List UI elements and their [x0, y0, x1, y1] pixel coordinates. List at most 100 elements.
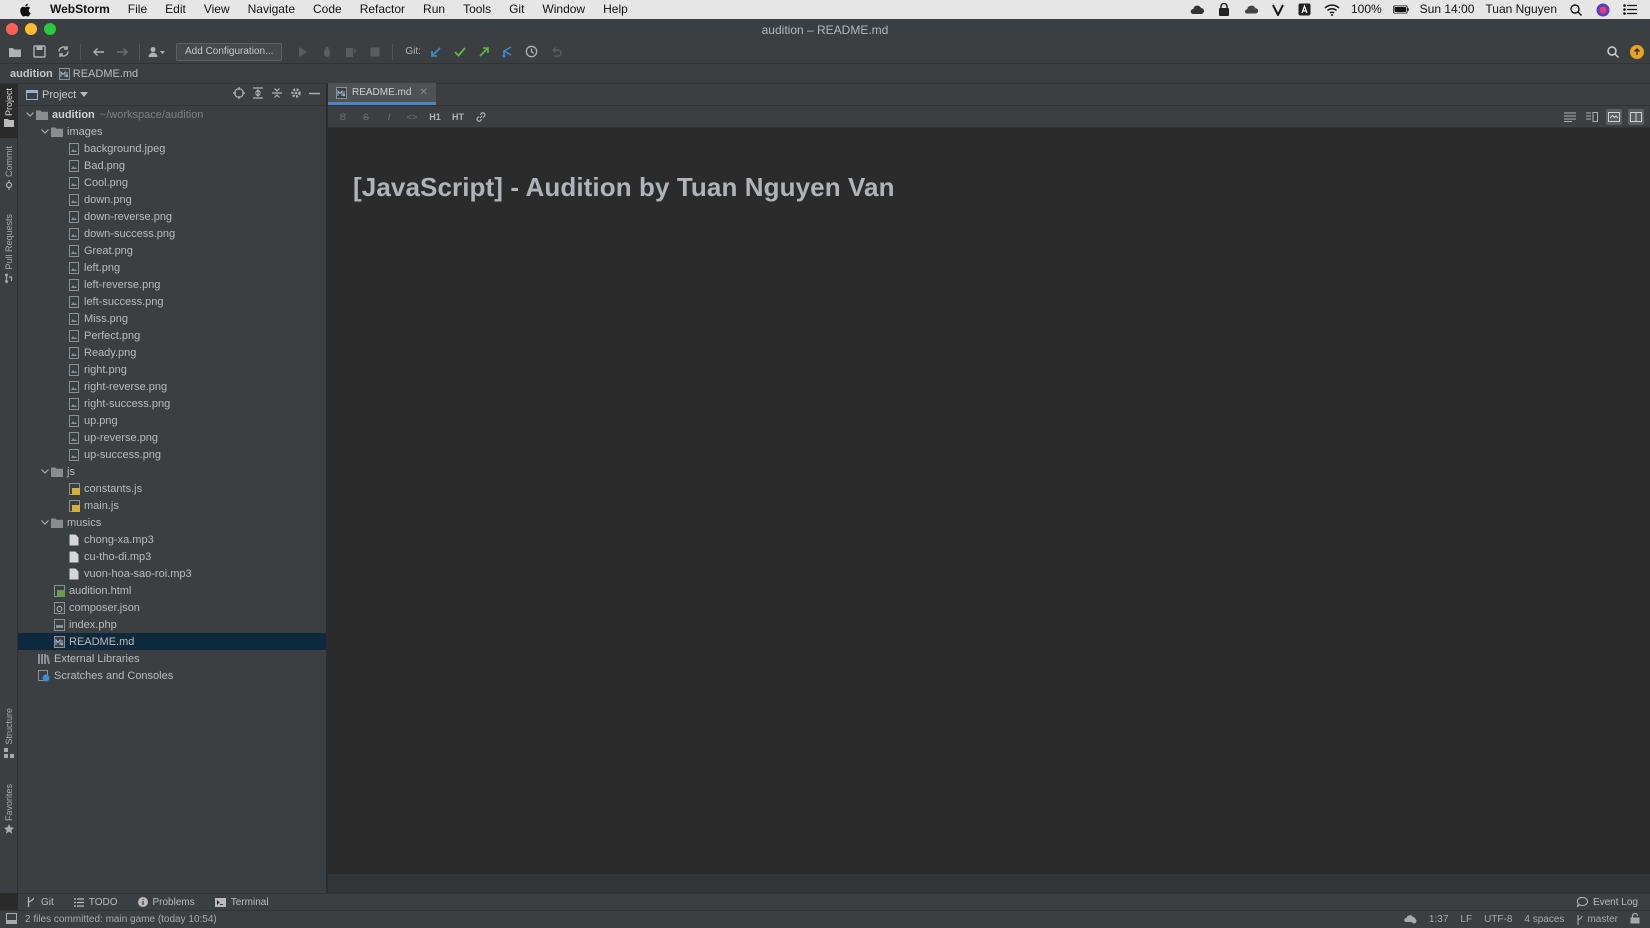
tree-file[interactable]: right-reverse.png — [18, 378, 326, 395]
tree-file[interactable]: right-success.png — [18, 395, 326, 412]
event-log-button[interactable]: Event Log — [1576, 897, 1650, 908]
code-button[interactable]: <> — [405, 110, 419, 124]
tree-file[interactable]: Bad.png — [18, 157, 326, 174]
tree-file[interactable]: background.jpeg — [18, 140, 326, 157]
tree-file[interactable]: up-reverse.png — [18, 429, 326, 446]
background-tasks-icon[interactable] — [1403, 913, 1417, 927]
save-all-icon[interactable] — [30, 43, 48, 61]
project-tool-button[interactable]: Project — [0, 84, 18, 138]
breadcrumb-file[interactable]: README.md — [58, 67, 138, 80]
hide-panel-icon[interactable] — [309, 88, 320, 102]
tree-file[interactable]: Ready.png — [18, 344, 326, 361]
search-everywhere-icon[interactable] — [1604, 43, 1622, 61]
vpn-icon[interactable] — [1270, 3, 1286, 16]
bold-button[interactable]: B — [336, 110, 350, 124]
problems-tool-button[interactable]: Problems — [137, 897, 195, 908]
battery-icon[interactable] — [1392, 3, 1409, 16]
lock-icon[interactable] — [1216, 3, 1232, 16]
collapse-all-icon[interactable] — [271, 87, 283, 102]
siri-icon[interactable] — [1595, 3, 1611, 16]
forward-icon[interactable] — [113, 43, 131, 61]
tree-file[interactable]: audition.html — [18, 582, 326, 599]
tree-file-selected[interactable]: README.md — [18, 633, 326, 650]
file-encoding[interactable]: UTF-8 — [1484, 914, 1512, 925]
split-view-icon[interactable] — [1584, 109, 1600, 125]
tree-root[interactable]: audition ~/workspace/audition — [18, 106, 326, 123]
tree-file[interactable]: Perfect.png — [18, 327, 326, 344]
back-icon[interactable] — [89, 43, 107, 61]
input-source-icon[interactable] — [1297, 3, 1313, 16]
tree-scratches[interactable]: Scratches and Consoles — [18, 667, 326, 684]
git-rollback-icon[interactable] — [547, 43, 565, 61]
ide-update-icon[interactable] — [1630, 44, 1644, 59]
favorites-tool-button[interactable]: Favorites — [0, 784, 18, 844]
tree-file[interactable]: index.php — [18, 616, 326, 633]
tree-file[interactable]: down-reverse.png — [18, 208, 326, 225]
tree-file[interactable]: left.png — [18, 259, 326, 276]
tree-external-libraries[interactable]: External Libraries — [18, 650, 326, 667]
cloud-sync-icon[interactable] — [1189, 3, 1205, 16]
menu-run[interactable]: Run — [414, 0, 454, 19]
gear-icon[interactable] — [290, 87, 302, 102]
tree-folder-js[interactable]: js — [18, 463, 326, 480]
tree-file[interactable]: right.png — [18, 361, 326, 378]
toggle-tool-windows-icon[interactable] — [6, 912, 17, 927]
horizontal-scrollbar[interactable] — [328, 873, 1650, 893]
apple-icon[interactable] — [18, 3, 32, 17]
tree-file[interactable]: left-reverse.png — [18, 276, 326, 293]
tree-file[interactable]: down.png — [18, 191, 326, 208]
coverage-icon[interactable] — [342, 43, 360, 61]
menu-code[interactable]: Code — [304, 0, 351, 19]
close-window-button[interactable] — [6, 23, 18, 35]
git-branch-widget[interactable]: master — [1576, 914, 1618, 925]
cloud-icon[interactable] — [1243, 3, 1259, 16]
notification-center-icon[interactable] — [1622, 3, 1638, 16]
chevron-down-icon[interactable] — [39, 517, 51, 529]
breadcrumb-project[interactable]: audition — [10, 68, 53, 80]
tree-folder-musics[interactable]: musics — [18, 514, 326, 531]
pull-requests-tool-button[interactable]: Pull Requests — [0, 214, 18, 292]
run-configuration-selector[interactable]: Add Configuration... — [176, 42, 283, 61]
menu-file[interactable]: File — [119, 0, 156, 19]
clock[interactable]: Sun 14:00 — [1420, 0, 1475, 19]
layout-toggle-icon[interactable] — [1628, 108, 1644, 125]
tree-file[interactable]: vuon-hoa-sao-roi.mp3 — [18, 565, 326, 582]
table-header-button[interactable]: HT — [451, 110, 465, 124]
menu-navigate[interactable]: Navigate — [239, 0, 304, 19]
header-button[interactable]: H1 — [428, 110, 442, 124]
run-as-user-icon[interactable] — [148, 43, 166, 61]
user-name[interactable]: Tuan Nguyen — [1485, 0, 1557, 19]
tree-file[interactable]: constants.js — [18, 480, 326, 497]
tree-file[interactable]: Cool.png — [18, 174, 326, 191]
menu-app-name[interactable]: WebStorm — [46, 0, 119, 19]
commit-tool-button[interactable]: Commit — [0, 146, 18, 202]
menu-window[interactable]: Window — [533, 0, 594, 19]
menu-tools[interactable]: Tools — [454, 0, 500, 19]
chevron-down-icon[interactable] — [24, 109, 36, 121]
editor-only-icon[interactable] — [1562, 109, 1578, 125]
menu-edit[interactable]: Edit — [156, 0, 195, 19]
tree-file[interactable]: chong-xa.mp3 — [18, 531, 326, 548]
todo-tool-button[interactable]: TODO — [73, 897, 118, 908]
git-push-icon[interactable] — [475, 43, 493, 61]
tree-folder-images[interactable]: images — [18, 123, 326, 140]
tree-file[interactable]: Great.png — [18, 242, 326, 259]
line-separator[interactable]: LF — [1460, 914, 1472, 925]
tree-file[interactable]: main.js — [18, 497, 326, 514]
locate-file-icon[interactable] — [233, 87, 245, 102]
zoom-window-button[interactable] — [44, 23, 56, 35]
preview-only-icon[interactable] — [1606, 108, 1622, 125]
expand-all-icon[interactable] — [252, 87, 264, 102]
link-icon[interactable] — [474, 110, 488, 124]
git-update-icon[interactable] — [427, 43, 445, 61]
minimize-window-button[interactable] — [25, 23, 37, 35]
terminal-tool-button[interactable]: Terminal — [214, 897, 269, 908]
menu-view[interactable]: View — [195, 0, 239, 19]
sync-icon[interactable] — [54, 43, 72, 61]
spotlight-search-icon[interactable] — [1568, 3, 1584, 16]
tree-file[interactable]: down-success.png — [18, 225, 326, 242]
tree-file[interactable]: up-success.png — [18, 446, 326, 463]
tree-file[interactable]: Miss.png — [18, 310, 326, 327]
caret-position[interactable]: 1:37 — [1429, 914, 1448, 925]
tree-file[interactable]: left-success.png — [18, 293, 326, 310]
